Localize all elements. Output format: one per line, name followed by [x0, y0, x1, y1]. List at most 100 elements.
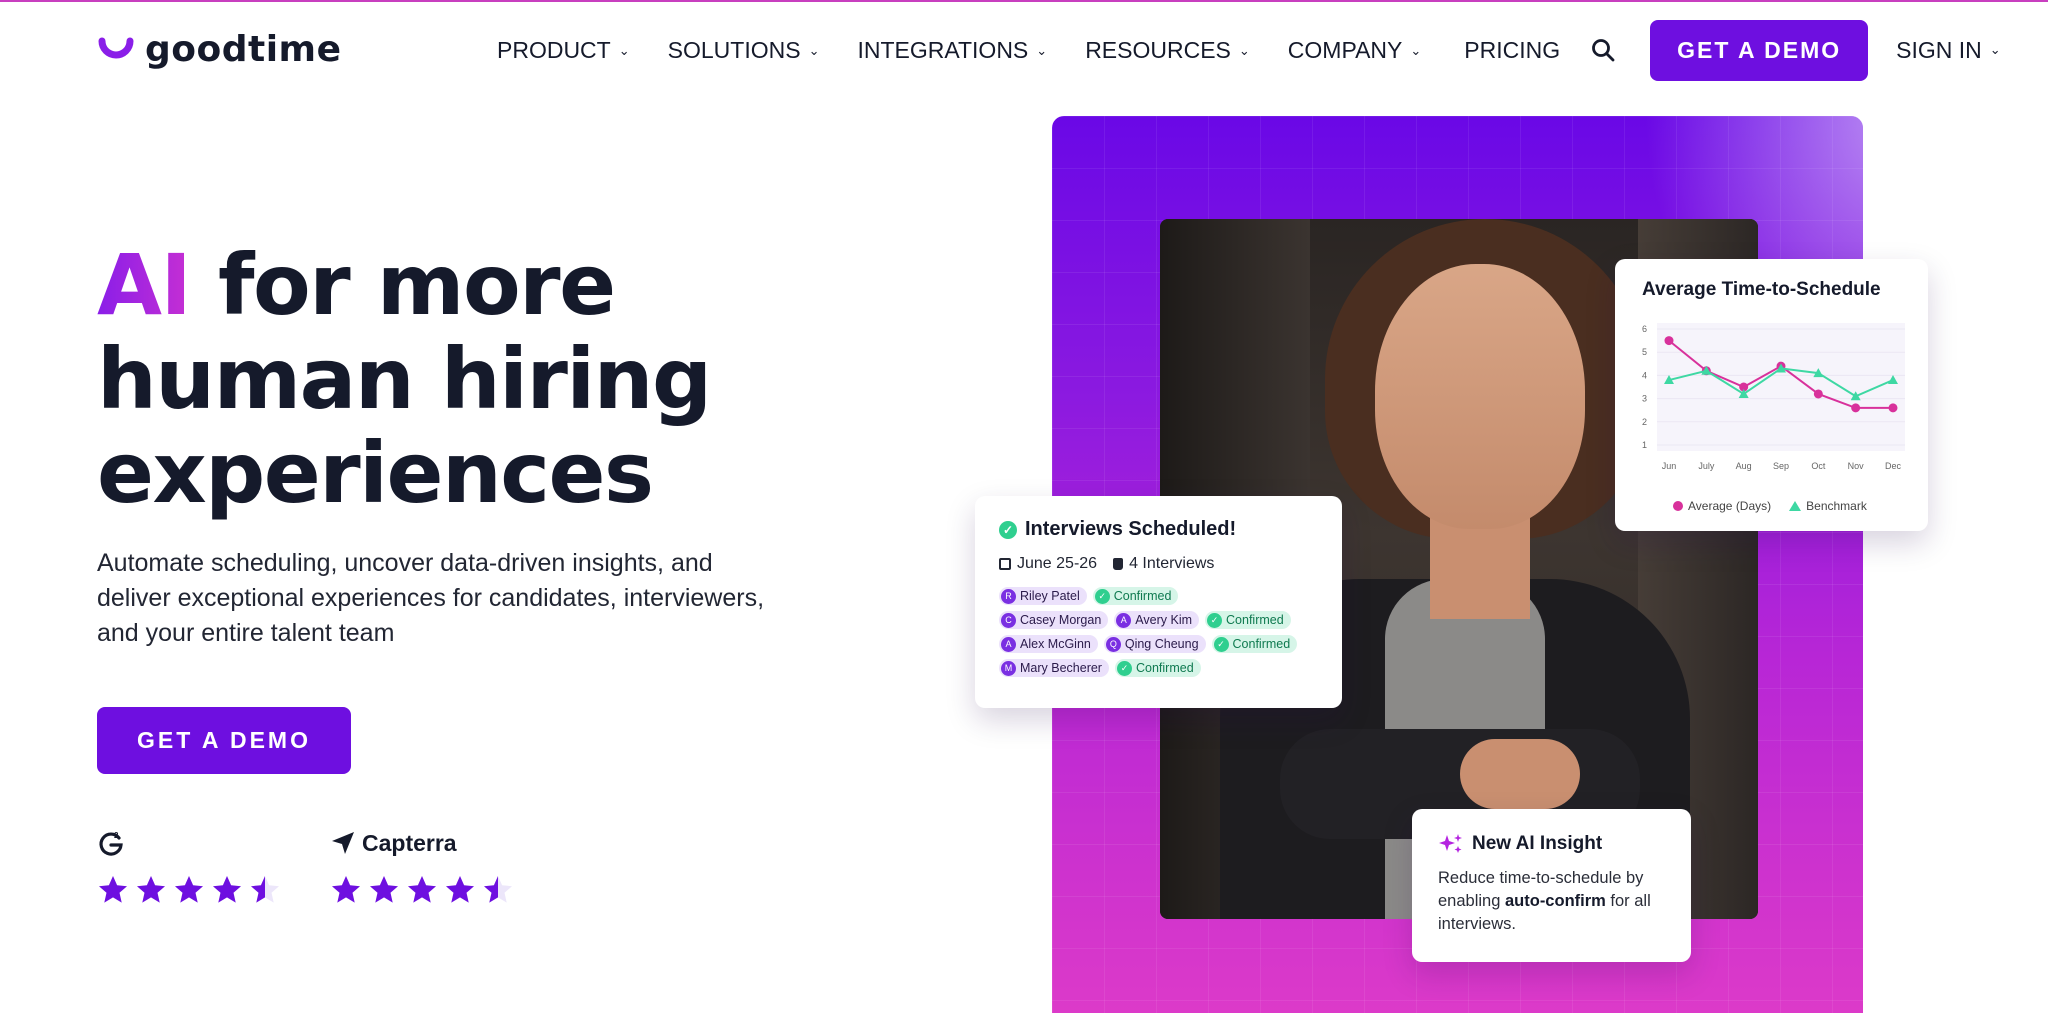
interview-count: 4 Interviews [1113, 555, 1214, 573]
nav-company[interactable]: COMPANY ⌄ [1288, 37, 1422, 64]
ai-insight-title-text: New AI Insight [1472, 833, 1603, 854]
capterra-stars [330, 874, 514, 911]
avatar: R [1001, 588, 1016, 604]
check-circle-icon: ✓ [1213, 636, 1229, 652]
y-tick-label: 5 [1642, 347, 1647, 357]
star-icon [330, 874, 362, 911]
y-tick-label: 4 [1642, 370, 1647, 380]
interview-date-text: June 25-26 [1017, 555, 1098, 572]
logo-wordmark: goodtime [145, 29, 342, 70]
check-circle-icon: ✓ [999, 520, 1017, 539]
hero-subtitle: Automate scheduling, uncover data-driven… [97, 549, 765, 647]
data-point-average [1813, 389, 1823, 399]
star-icon [135, 874, 167, 911]
avatar: C [1001, 612, 1016, 628]
logo-mark-icon [98, 37, 134, 59]
chip-label: Qing Cheung [1124, 637, 1199, 651]
chevron-down-icon: ⌄ [1238, 43, 1250, 58]
chip-row: C Casey Morgan A Avery Kim ✓ Confirmed [999, 611, 1318, 629]
chip-row: M Mary Becherer ✓ Confirmed [999, 659, 1318, 677]
y-tick-label: 6 [1642, 324, 1647, 334]
interviewer-chip: R Riley Patel [999, 587, 1087, 605]
nav-resources-label: RESOURCES [1085, 36, 1231, 63]
x-tick-label: Aug [1736, 461, 1752, 471]
interviews-card-title-text: Interviews Scheduled! [1025, 518, 1237, 540]
nav-integrations[interactable]: INTEGRATIONS ⌄ [857, 37, 1047, 64]
get-demo-nav-button[interactable]: GET A DEMO [1650, 19, 1869, 81]
star-icon [482, 874, 514, 911]
g2-stars [97, 874, 281, 911]
sign-in-menu[interactable]: SIGN IN ⌄ [1896, 37, 2001, 64]
chart-legend: Average (Days) Benchmark [1673, 499, 1867, 513]
ai-insight-body-bold: auto-confirm [1504, 892, 1606, 910]
search-icon[interactable] [1590, 37, 1616, 63]
check-circle-icon: ✓ [1116, 660, 1132, 676]
chevron-down-icon: ⌄ [1410, 43, 1422, 58]
ai-insight-card: New AI Insight Reduce time-to-schedule b… [1412, 809, 1691, 962]
star-icon [97, 874, 129, 911]
confirmed-badge: ✓ Confirmed [1211, 635, 1298, 653]
interviewer-chip: Q Qing Cheung [1103, 635, 1206, 653]
nav-company-label: COMPANY [1287, 36, 1403, 63]
avatar: M [1001, 660, 1016, 676]
sign-in-label: SIGN IN [1896, 36, 1982, 63]
x-tick-label: Jun [1662, 461, 1677, 471]
chip-row: A Alex McGinn Q Qing Cheung ✓ Confirmed [999, 635, 1318, 653]
interviewer-chip: A Alex McGinn [999, 635, 1098, 653]
chip-label: Casey Morgan [1020, 613, 1102, 627]
interviewer-chip: C Casey Morgan [999, 611, 1109, 629]
nav-resources[interactable]: RESOURCES ⌄ [1085, 37, 1250, 64]
star-icon [173, 874, 205, 911]
y-tick-label: 2 [1642, 417, 1647, 427]
g2-logo-icon: 2 [99, 831, 123, 856]
capterra-rating[interactable]: Capterra [330, 826, 514, 911]
capterra-logo: Capterra [330, 826, 514, 860]
hero-heading-line1: for more [190, 236, 616, 334]
chip-label: Confirmed [1135, 661, 1194, 675]
avg-time-to-schedule-card: Average Time-to-Schedule 1 2 3 4 5 6 Jun July Au… [1615, 259, 1928, 531]
plot-area [1657, 323, 1905, 451]
x-tick-label: Dec [1885, 461, 1902, 471]
calendar-icon [999, 558, 1011, 570]
hero-heading: AI for more human hiring experiences [97, 236, 712, 522]
hero-heading-line2: human hiring [97, 330, 712, 428]
hero-heading-line3: experiences [97, 424, 654, 522]
nav-solutions[interactable]: SOLUTIONS ⌄ [668, 37, 820, 64]
nav-integrations-label: INTEGRATIONS [857, 36, 1029, 63]
chip-row: R Riley Patel ✓ Confirmed [999, 587, 1318, 605]
person-hand [1460, 739, 1580, 809]
sparkle-icon [1439, 834, 1462, 853]
x-tick-label: July [1698, 461, 1715, 471]
chip-label: Confirmed [1226, 613, 1284, 627]
chip-label: Alex McGinn [1020, 637, 1091, 651]
legend-circle-icon [1673, 501, 1683, 511]
interviews-card-title: ✓ Interviews Scheduled! [999, 518, 1318, 541]
y-tick-label: 1 [1642, 440, 1647, 450]
nav-product[interactable]: PRODUCT ⌄ [497, 37, 630, 64]
interviewer-chip: M Mary Becherer [999, 659, 1109, 677]
x-tick-label: Oct [1811, 461, 1826, 471]
brand-logo[interactable]: goodtime [97, 30, 341, 70]
nav-solutions-label: SOLUTIONS [667, 36, 801, 63]
nav-pricing[interactable]: PRICING [1464, 37, 1560, 64]
chevron-down-icon: ⌄ [618, 43, 630, 58]
chart-title: Average Time-to-Schedule [1642, 279, 1881, 300]
chevron-down-icon: ⌄ [808, 43, 820, 58]
star-icon [368, 874, 400, 911]
get-demo-hero-button[interactable]: GET A DEMO [97, 707, 351, 774]
capterra-wordmark: Capterra [362, 829, 457, 856]
legend-average-label: Average (Days) [1688, 499, 1772, 513]
confirmed-badge: ✓ Confirmed [1114, 659, 1201, 677]
avatar: Q [1105, 636, 1121, 652]
ai-insight-title: New AI Insight [1438, 833, 1665, 855]
g2-rating[interactable]: 2 [97, 826, 281, 911]
interview-date: June 25-26 [999, 555, 1097, 573]
interview-count-text: 4 Interviews [1129, 555, 1215, 572]
chip-label: Riley Patel [1020, 589, 1080, 603]
star-icon [211, 874, 243, 911]
data-point-average [1888, 403, 1898, 413]
chip-label: Confirmed [1232, 637, 1291, 651]
avatar: A [1001, 636, 1016, 652]
chevron-down-icon: ⌄ [1036, 43, 1048, 58]
star-icon [406, 874, 438, 911]
